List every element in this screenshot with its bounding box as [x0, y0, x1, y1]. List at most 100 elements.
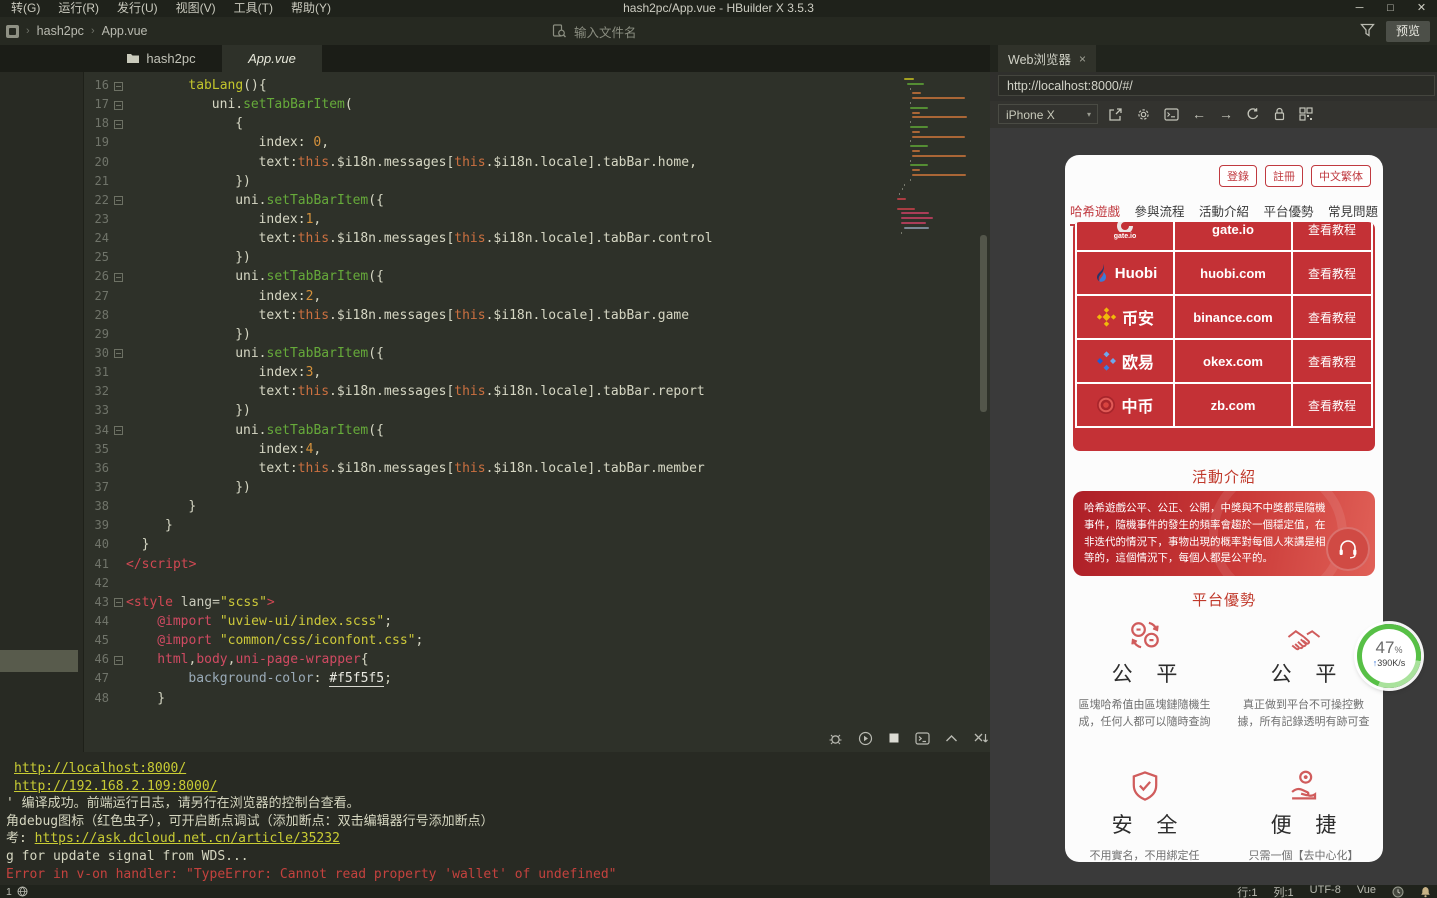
- back-icon[interactable]: ←: [1192, 104, 1206, 124]
- bell-icon[interactable]: [1420, 886, 1431, 898]
- menu-item[interactable]: 运行(R): [49, 0, 108, 17]
- token: ,: [313, 441, 322, 457]
- code-text: background-color: #f5f5f5;: [126, 669, 392, 688]
- fold-toggle-icon[interactable]: [114, 81, 123, 91]
- refresh-icon[interactable]: [1246, 107, 1260, 121]
- auth-button[interactable]: 中文繁体: [1311, 165, 1371, 187]
- fold-toggle-icon[interactable]: [114, 196, 123, 206]
- debug-icon[interactable]: [828, 731, 843, 746]
- token: "common/css/iconfont.css": [219, 633, 416, 649]
- token: <style: [126, 594, 173, 610]
- menu-item[interactable]: 发行(U): [108, 0, 167, 17]
- collapse-panel-icon[interactable]: [945, 734, 958, 743]
- view-tutorial-button[interactable]: 查看教程: [1291, 294, 1373, 340]
- minimap-line: [900, 212, 930, 215]
- filter-funnel-icon[interactable]: [1360, 23, 1375, 37]
- file-search-input[interactable]: 输入文件名: [552, 21, 1112, 41]
- settings-gear-icon[interactable]: [1136, 107, 1151, 122]
- tab-hash2pc[interactable]: hash2pc: [100, 45, 222, 72]
- exchange-table: gate.io gate.io 查看教程 Huobi huobi.com 查看教程 币安 bi…: [1075, 222, 1373, 428]
- fold-toggle-icon[interactable]: [114, 119, 123, 129]
- token: .$i18n.messages[: [329, 307, 455, 323]
- code-line: 29}): [85, 325, 991, 344]
- url-input[interactable]: http://localhost:8000/#/: [998, 75, 1435, 96]
- auth-button[interactable]: 註冊: [1265, 165, 1303, 187]
- minimap[interactable]: [893, 76, 985, 238]
- badge-inner: 47% ↑390K/s: [1362, 629, 1416, 683]
- menu-bar: 转(G) 运行(R) 发行(U) 视图(V) 工具(T) 帮助(Y): [2, 0, 340, 17]
- status-item[interactable]: 列:1: [1273, 884, 1293, 898]
- lock-icon[interactable]: [1273, 107, 1286, 121]
- fold-toggle-icon[interactable]: [114, 349, 123, 359]
- token: uni.: [235, 269, 267, 285]
- fold-toggle-icon[interactable]: [114, 426, 123, 436]
- clear-console-icon[interactable]: [973, 732, 989, 745]
- preview-toggle-button[interactable]: 预览: [1386, 21, 1431, 42]
- code-text: </script>: [126, 555, 196, 574]
- coins-swap-icon: [1070, 616, 1220, 652]
- browser-url-row: http://localhost:8000/#/: [990, 72, 1437, 101]
- token: @import: [157, 633, 212, 649]
- device-select[interactable]: iPhone X ▾: [998, 104, 1098, 124]
- close-button[interactable]: ✕: [1406, 0, 1437, 16]
- console-link[interactable]: https://ask.dcloud.net.cn/article/35232: [35, 831, 340, 846]
- menu-item[interactable]: 帮助(Y): [282, 0, 340, 17]
- status-item[interactable]: UTF-8: [1310, 884, 1341, 898]
- menu-item[interactable]: 视图(V): [167, 0, 225, 17]
- code-line: 28 text:this.$i18n.messages[this.$i18n.lo…: [85, 306, 991, 325]
- minimap-line: [909, 178, 912, 181]
- status-item[interactable]: Vue: [1357, 884, 1376, 898]
- console-toolbar: [828, 727, 989, 749]
- maximize-button[interactable]: □: [1375, 0, 1406, 16]
- minimap-line: [912, 92, 921, 95]
- editor-scrollbar[interactable]: [980, 235, 987, 412]
- browser-panel-header: Web浏览器 ×: [990, 45, 1437, 72]
- view-tutorial-button[interactable]: 查看教程: [1291, 222, 1373, 252]
- globe-icon[interactable]: [17, 886, 28, 897]
- customer-service-button[interactable]: [1326, 527, 1370, 571]
- close-icon[interactable]: ×: [1079, 52, 1086, 66]
- tab-app-vue[interactable]: App.vue: [222, 45, 322, 72]
- fold-toggle-icon[interactable]: [114, 100, 123, 110]
- terminal-icon[interactable]: [915, 731, 930, 745]
- line-number: 45: [94, 633, 109, 648]
- menu-item[interactable]: 转(G): [2, 0, 49, 17]
- fold-toggle-icon[interactable]: [114, 598, 123, 608]
- project-panel-edge: [0, 72, 83, 752]
- minimize-button[interactable]: ─: [1344, 0, 1375, 16]
- token: #f5f5f5: [329, 671, 385, 688]
- qrcode-icon[interactable]: [1299, 107, 1313, 121]
- run-icon[interactable]: [858, 731, 873, 746]
- minimap-line: [912, 97, 966, 100]
- console-link[interactable]: http://192.168.2.109:8000/: [14, 779, 218, 794]
- browser-toolbar: ← →: [1108, 104, 1313, 124]
- open-external-icon[interactable]: [1108, 107, 1123, 122]
- fold-toggle-icon[interactable]: [114, 655, 123, 665]
- console-link[interactable]: http://localhost:8000/: [14, 761, 186, 776]
- network-speed-badge[interactable]: 47% ↑390K/s: [1357, 624, 1421, 688]
- token: .$i18n.messages[: [329, 384, 455, 400]
- token: this: [454, 384, 486, 400]
- problems-count[interactable]: 1: [6, 886, 12, 898]
- stop-icon[interactable]: [888, 732, 900, 744]
- view-tutorial-button[interactable]: 查看教程: [1291, 382, 1373, 428]
- status-item[interactable]: 行:1: [1237, 884, 1257, 898]
- code-editor[interactable]: 16 tabLang(){17 uni.setTabBarItem(18{19 ind…: [83, 72, 991, 752]
- forward-icon[interactable]: →: [1219, 104, 1233, 124]
- code-text: }: [126, 689, 165, 708]
- view-tutorial-button[interactable]: 查看教程: [1291, 338, 1373, 384]
- menu-item[interactable]: 工具(T): [225, 0, 282, 17]
- minimap-line: [897, 198, 906, 200]
- token: text:: [258, 231, 298, 247]
- hbuilderx-window: 转(G) 运行(R) 发行(U) 视图(V) 工具(T) 帮助(Y) hash2pc/Ap…: [0, 0, 1437, 898]
- breadcrumb-project[interactable]: hash2pc: [37, 24, 84, 38]
- auth-button[interactable]: 登錄: [1219, 165, 1257, 187]
- project-panel-selected-row[interactable]: [0, 650, 78, 672]
- fold-toggle-icon[interactable]: [114, 272, 123, 282]
- breadcrumb-file[interactable]: App.vue: [102, 24, 148, 38]
- token: (){: [243, 78, 267, 93]
- history-icon[interactable]: [1392, 886, 1404, 898]
- view-tutorial-button[interactable]: 查看教程: [1291, 250, 1373, 296]
- devtools-console-icon[interactable]: [1164, 107, 1179, 121]
- browser-tab[interactable]: Web浏览器 ×: [998, 45, 1096, 72]
